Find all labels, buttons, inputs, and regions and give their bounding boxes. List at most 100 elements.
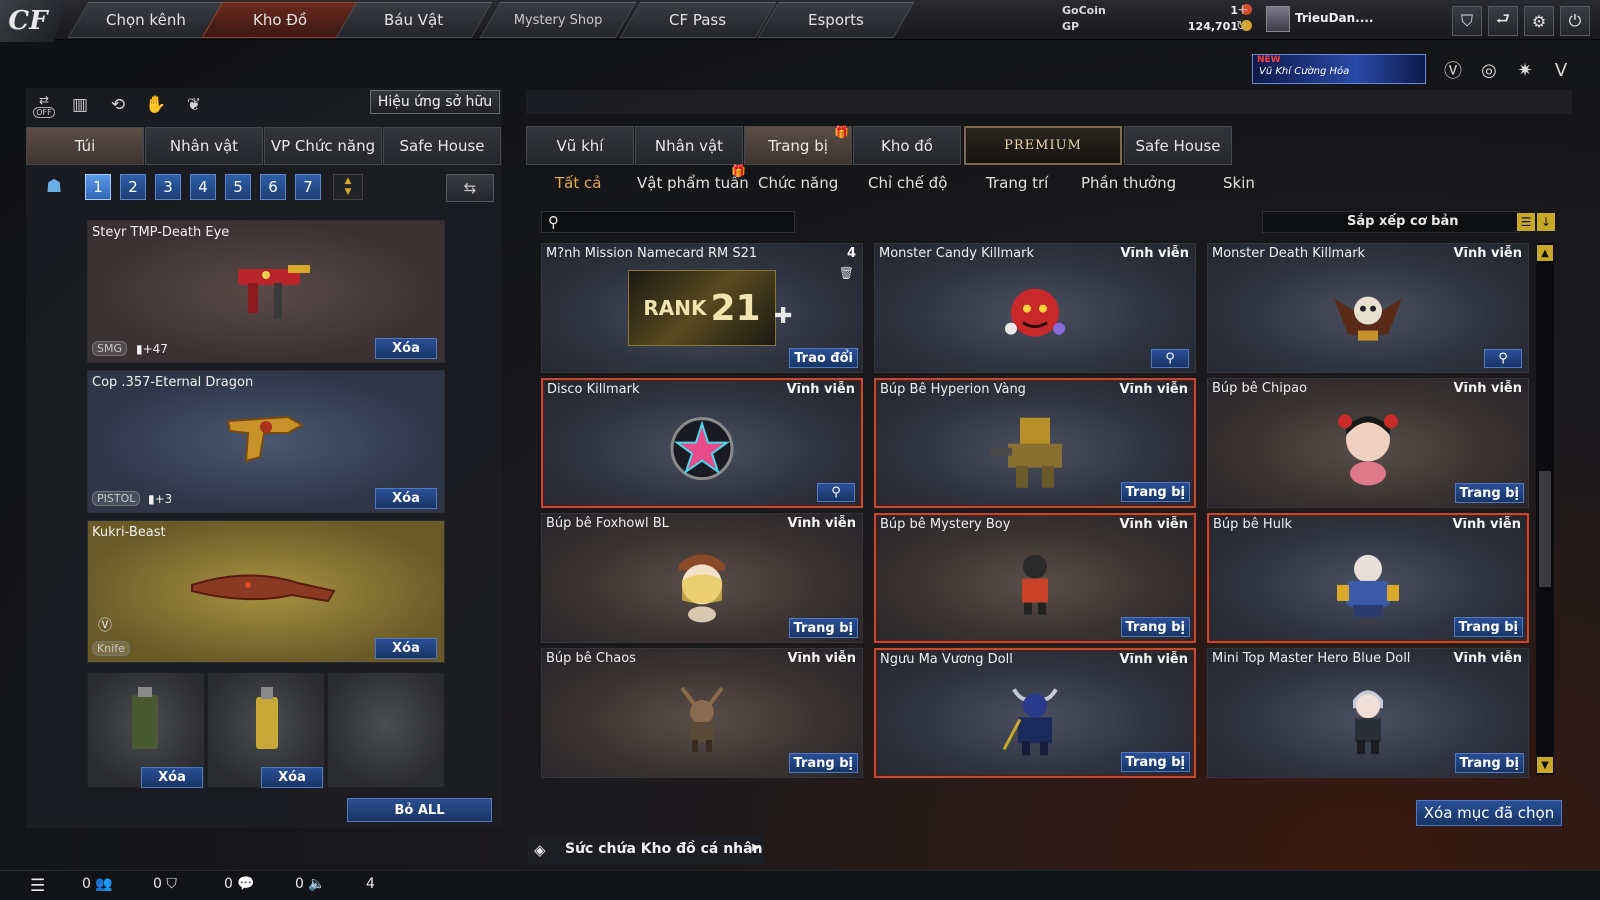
equip-button[interactable]: Trang bị (1454, 753, 1524, 773)
item-card-mystery-boy[interactable]: Búp bê Mystery Boy Vĩnh viễn Trang bị (874, 513, 1196, 643)
item-card-hyperion[interactable]: Búp Bê Hyperion Vàng Vĩnh viễn Trang bị (874, 378, 1196, 508)
left-tab-tui[interactable]: Túi (26, 127, 144, 165)
delete-selected-button[interactable]: Xóa mục đã chọn (1416, 800, 1562, 826)
search-icon[interactable]: ⚲ (1151, 349, 1189, 368)
equip-button[interactable]: Trang bị (1453, 617, 1523, 637)
shield-icon[interactable]: ⛉ (1452, 6, 1482, 36)
delete-button[interactable]: Xóa (375, 638, 437, 659)
delete-button[interactable]: Xóa (375, 488, 437, 509)
grenade-slot-1[interactable]: Xóa (87, 672, 205, 788)
avatar[interactable] (1266, 6, 1290, 32)
refresh-currency-icon[interactable]: ↻ (1236, 19, 1247, 34)
page-button-3[interactable]: 3 (155, 174, 181, 200)
scroll-thumb[interactable] (1539, 471, 1551, 587)
list-view-icon[interactable]: ☰ (1517, 213, 1535, 231)
left-tab-nhan-vat[interactable]: Nhân vật (145, 127, 263, 165)
subtab-vat-pham-tuan[interactable]: Vật phẩm tuần 🎁 (637, 164, 749, 194)
right-tab-safe-house[interactable]: Safe House (1124, 126, 1232, 165)
item-card-monster-candy[interactable]: Monster Candy Killmark Vĩnh viễn ⚲ (874, 243, 1196, 373)
weapon-card-kukri[interactable]: Kukri-Beast Ⓥ Knife Xóa (87, 520, 445, 663)
stat-clan: 0 ⛉ (153, 876, 177, 892)
subtab-phan-thuong[interactable]: Phần thưởng (1081, 174, 1176, 194)
search-icon[interactable]: ⚲ (1484, 349, 1522, 368)
delete-button[interactable]: Xóa (375, 338, 437, 359)
right-tab-premium[interactable]: PREMIUM (964, 126, 1122, 165)
nav-tab-chon-kenh[interactable]: Chọn kênh (67, 2, 225, 38)
trash-icon[interactable]: 🗑 (839, 266, 854, 280)
equip-button[interactable]: Trang bị (1120, 617, 1190, 637)
item-card-mini-top-master[interactable]: Mini Top Master Hero Blue Doll Vĩnh viễn… (1207, 648, 1529, 778)
gear-icon[interactable]: ⚙ (1524, 6, 1554, 36)
page-button-2[interactable]: 2 (120, 174, 146, 200)
right-tab-kho-do[interactable]: Kho đồ (853, 126, 961, 165)
menu-icon[interactable]: ☰ (30, 876, 45, 896)
stats-icon[interactable]: ▥ (66, 92, 94, 118)
capacity-expander[interactable]: ◈ Sức chứa Kho đồ cá nhân ▶ (528, 836, 764, 864)
remove-all-button[interactable]: Bỏ ALL (347, 798, 492, 822)
equip-button[interactable]: Trang bị (1120, 752, 1190, 772)
equip-button[interactable]: Trang bị (788, 753, 858, 773)
power-icon[interactable]: ⏻ (1560, 6, 1590, 36)
delete-button[interactable]: Xóa (141, 767, 203, 788)
transfer-icon[interactable]: ⇆ (446, 174, 494, 202)
subtab-skin[interactable]: Skin (1223, 174, 1255, 194)
item-card-monster-death[interactable]: Monster Death Killmark Vĩnh viễn ⚲ (1207, 243, 1529, 373)
search-icon[interactable]: ⚲ (817, 483, 855, 502)
page-button-4[interactable]: 4 (190, 174, 216, 200)
item-card-namecard[interactable]: M?nh Mission Namecard RM S21 4 🗑 RANK 21… (541, 243, 863, 373)
globe-icon[interactable]: ◎ (1476, 57, 1502, 83)
item-card-nguu-ma-vuong[interactable]: Ngưu Ma Vương Doll Vĩnh viễn Trang bị (874, 648, 1196, 778)
page-button-5[interactable]: 5 (225, 174, 251, 200)
scroll-up-arrow-icon[interactable]: ▲ (1537, 245, 1553, 261)
exchange-button[interactable]: Trao đổi (789, 348, 858, 368)
item-list-scrollbar[interactable]: ▲ ▼ (1536, 243, 1554, 775)
subtab-chuc-nang[interactable]: Chức năng (758, 174, 838, 194)
grenade-slot-2[interactable]: Xóa (207, 672, 325, 788)
page-button-6[interactable]: 6 (260, 174, 286, 200)
nav-tab-cf-pass[interactable]: CF Pass (619, 2, 777, 38)
ownership-effect-button[interactable]: Hiệu ứng sở hữu (370, 90, 500, 114)
equip-button[interactable]: Trang bị (1454, 483, 1524, 503)
delete-button[interactable]: Xóa (261, 767, 323, 788)
equip-button[interactable]: Trang bị (788, 618, 858, 638)
right-tab-vu-khi[interactable]: Vũ khí (526, 126, 634, 165)
wing-icon[interactable]: V (1548, 57, 1574, 83)
item-card-chipao[interactable]: Búp bê Chipao Vĩnh viễn Trang bị (1207, 378, 1529, 508)
weapon-card-cop357[interactable]: Cop .357-Eternal Dragon PISTOL ▮+3 Xóa (87, 370, 445, 513)
add-currency-icon[interactable]: + (1237, 2, 1249, 18)
sort-direction-icon[interactable]: ↓ (1537, 213, 1555, 231)
item-card-disco-killmark[interactable]: Disco Killmark Vĩnh viễn ⚲ (541, 378, 863, 508)
equip-button[interactable]: Trang bị (1120, 482, 1190, 502)
right-tab-nhan-vat[interactable]: Nhân vật (635, 126, 743, 165)
nav-tab-bau-vat[interactable]: Báu Vật (335, 2, 493, 38)
pouch-icon[interactable]: ❦ (180, 92, 208, 118)
sort-dropdown[interactable]: Sắp xếp cơ bản (1262, 211, 1520, 233)
item-card-chaos[interactable]: Búp bê Chaos Vĩnh viễn Trang bị (541, 648, 863, 778)
left-tab-vp-chuc-nang[interactable]: VP Chức năng (264, 127, 382, 165)
scroll-down-arrow-icon[interactable]: ▼ (1537, 757, 1553, 773)
subtab-chi-che-do[interactable]: Chỉ chế độ (868, 174, 947, 194)
page-button-7[interactable]: 7 (295, 174, 321, 200)
subtab-trang-tri[interactable]: Trang trí (986, 174, 1048, 194)
subtab-tat-ca[interactable]: Tất cả (555, 174, 601, 194)
effects-off-toggle[interactable]: ⇄ OFF (30, 92, 58, 118)
return-icon[interactable]: ⮐ (1488, 6, 1518, 36)
right-tab-trang-bi[interactable]: Trang bị 🎁 (744, 125, 852, 165)
item-card-foxhowl[interactable]: Búp bê Foxhowl BL Vĩnh viễn Trang bị (541, 513, 863, 643)
character-icon[interactable]: ☗ (46, 176, 62, 197)
nav-tab-mystery-shop[interactable]: Mystery Shop (479, 2, 637, 38)
page-stepper[interactable]: ▲ ▼ (333, 174, 363, 200)
left-tab-safe-house[interactable]: Safe House (383, 127, 501, 165)
weapon-card-steyr[interactable]: Steyr TMP-Death Eye SMG ▮+47 Xóa (87, 220, 445, 363)
empty-slot[interactable] (327, 672, 445, 788)
hand-icon[interactable]: ✋ (142, 92, 170, 118)
item-card-hulk[interactable]: Búp bê Hulk Vĩnh viễn Trang bị (1207, 513, 1529, 643)
page-button-1[interactable]: 1 (85, 174, 111, 200)
nav-tab-esports[interactable]: Esports (757, 2, 915, 38)
history-icon[interactable]: ⟲ (104, 92, 132, 118)
nav-tab-kho-do[interactable]: Kho Đồ (201, 2, 359, 38)
event-star-icon[interactable]: ✷ (1512, 57, 1538, 83)
search-input[interactable] (570, 214, 790, 230)
vip-badge-icon[interactable]: Ⓥ (1440, 57, 1466, 83)
promo-banner[interactable]: NEW Vũ Khí Cường Hóa (1252, 54, 1426, 84)
